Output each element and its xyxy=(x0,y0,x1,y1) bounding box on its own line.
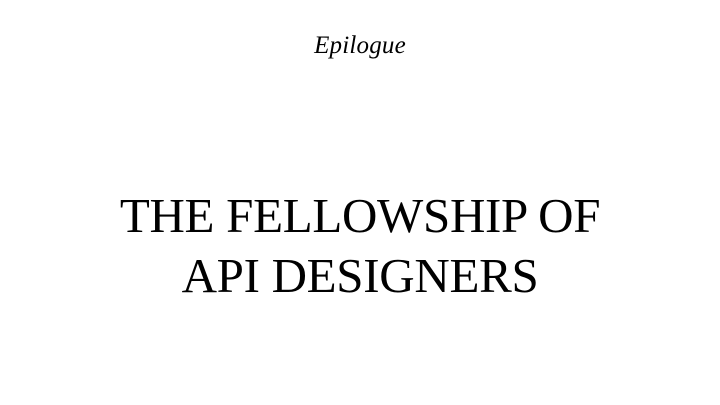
title-line-2: API DESIGNERS xyxy=(181,248,539,303)
slide-page: Epilogue THE FELLOWSHIP OF API DESIGNERS xyxy=(0,0,720,405)
section-label: Epilogue xyxy=(314,32,406,59)
title-line-1: THE FELLOWSHIP OF xyxy=(119,188,601,243)
page-title: THE FELLOWSHIP OF API DESIGNERS xyxy=(0,186,720,306)
